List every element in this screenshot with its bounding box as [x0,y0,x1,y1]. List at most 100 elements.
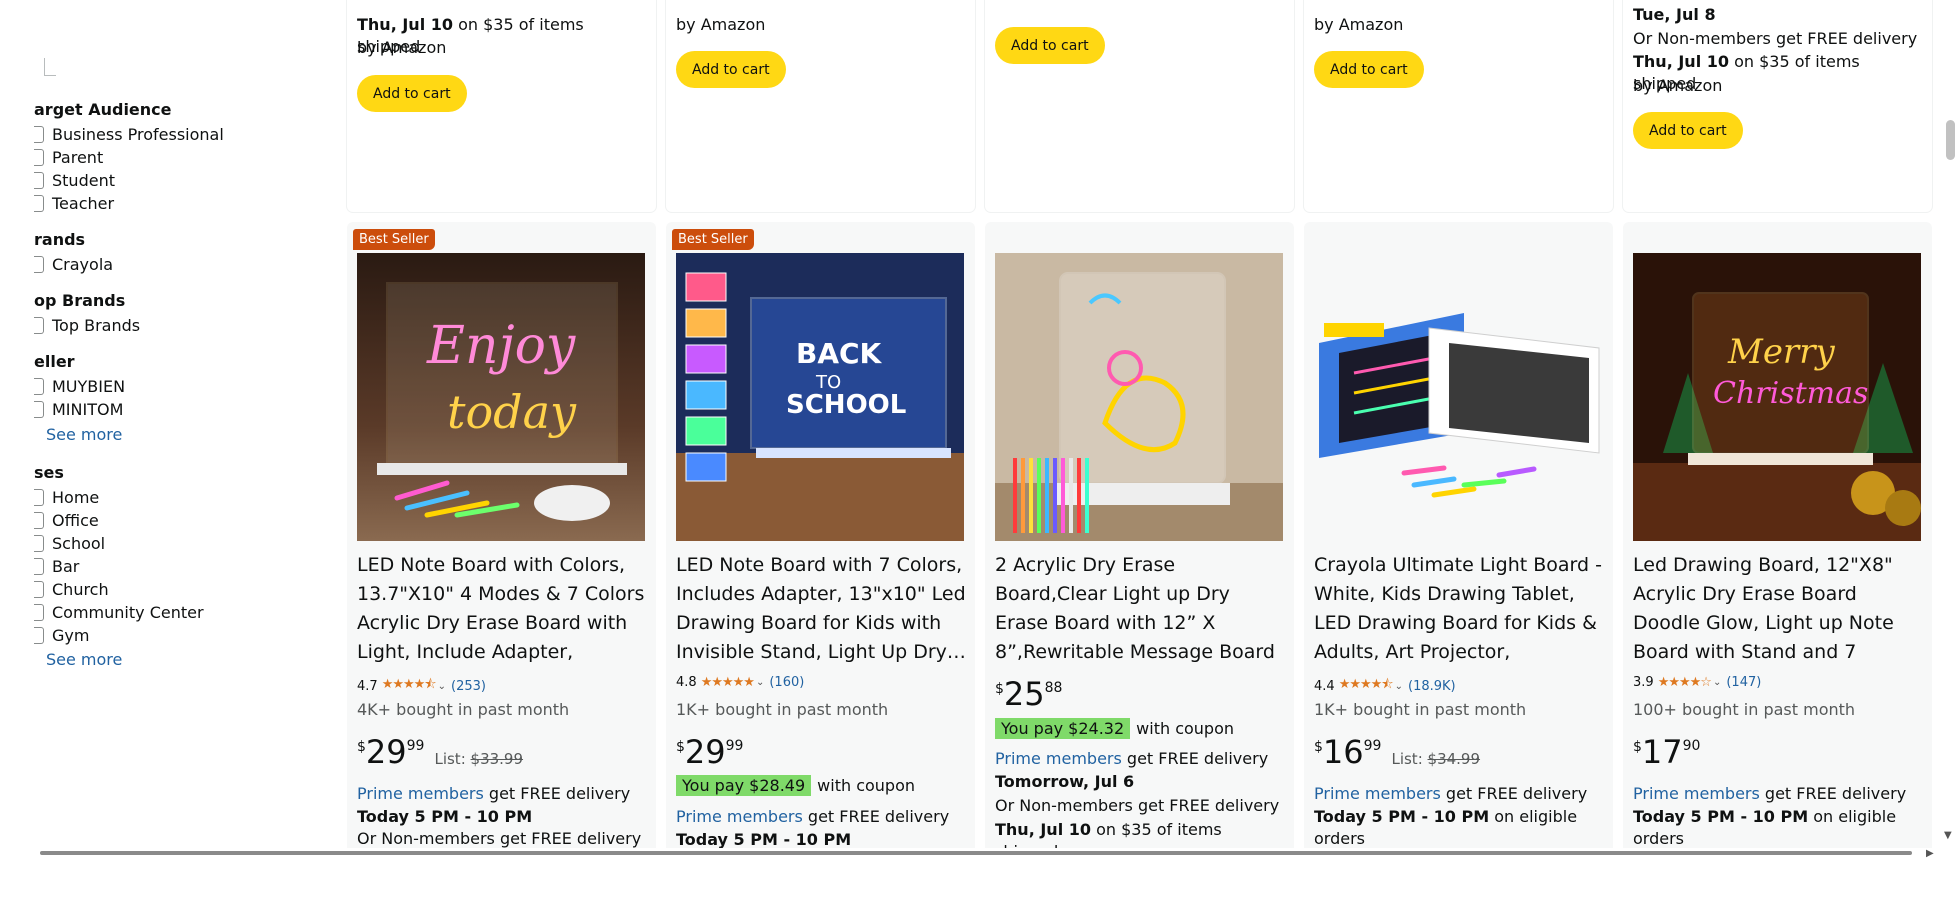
filter-label: School [52,533,106,553]
filter-student[interactable]: Student [34,169,115,191]
checkbox-icon[interactable] [34,171,44,189]
filter-office[interactable]: Office [34,509,99,531]
product-title-link[interactable]: Crayola Ultimate Light Board - White, Ki… [1314,551,1604,667]
checkbox-icon[interactable] [34,125,44,143]
product-title-link[interactable]: 2 Acrylic Dry Erase Board,Clear Light up… [995,551,1285,667]
product-title-link[interactable]: LED Note Board with Colors, 13.7"X10" 4 … [357,551,647,667]
add-to-cart-button[interactable]: Add to cart [676,51,786,88]
best-seller-badge: Best Seller [353,229,435,250]
filter-school[interactable]: School [34,532,105,554]
checkbox-icon[interactable] [34,316,44,334]
prime-members-link[interactable]: Prime members [357,784,484,803]
prime-members-link[interactable]: Prime members [995,749,1122,768]
price: $ 25 88 [995,676,1062,712]
filter-parent[interactable]: Parent [34,146,103,168]
chevron-down-icon[interactable]: ⌄ [1713,677,1721,688]
filter-top-brands[interactable]: Top Brands [34,314,140,336]
prime-delivery-text: get FREE delivery [1121,749,1269,768]
product-image[interactable]: Merry Christmas [1633,253,1921,541]
checkbox-icon[interactable] [34,626,44,644]
delivery-orders: orders [1633,829,1684,848]
checkbox-icon[interactable] [34,557,44,575]
svg-text:Christmas: Christmas [1713,376,1868,411]
checkbox-icon[interactable] [34,400,44,418]
rating-value: 4.7 [357,678,378,694]
price-whole: 25 [1003,675,1045,713]
delivery-orders: orders [1314,829,1365,848]
filter-sidebar: arget Audience Business Professional Par… [34,48,334,848]
checkbox-icon[interactable] [34,580,44,598]
price-whole: 29 [684,733,726,771]
product-image[interactable] [995,253,1283,541]
scroll-right-arrow-icon[interactable]: ▶ [1926,848,1934,859]
review-count-link[interactable]: (160) [769,675,804,690]
review-count-link[interactable]: (147) [1726,675,1761,690]
svg-text:Enjoy: Enjoy [426,316,576,376]
filter-label: Home [52,487,100,507]
filter-bar[interactable]: Bar [34,555,79,577]
shipped-by: by Amazon [357,38,447,57]
filter-business-professional[interactable]: Business Professional [34,123,224,145]
price-whole: 29 [365,733,407,771]
coupon-row: You pay $28.49 with coupon [676,775,915,796]
see-more-uses-link[interactable]: See more [46,650,122,669]
chevron-down-icon[interactable]: ⌄ [1395,681,1403,692]
filter-crayola[interactable]: Crayola [34,253,113,275]
scroll-down-arrow-icon[interactable]: ▼ [1944,830,1952,841]
product-image[interactable] [1314,253,1602,541]
filter-label: Community Center [52,602,204,622]
non-member-delivery: Or Non-members get FREE delivery [995,796,1280,815]
filter-gym[interactable]: Gym [34,624,89,646]
delivery-rest: on eligible [1808,807,1897,826]
star-rating-icon[interactable]: ★★★★★ [701,675,755,690]
checkbox-icon[interactable] [34,148,44,166]
delivery-date: Tomorrow, Jul 6 [995,772,1135,791]
filter-label: Business Professional [52,124,224,144]
currency-symbol: $ [1314,739,1323,755]
filter-church[interactable]: Church [34,578,109,600]
chevron-down-icon[interactable]: ⌄ [438,681,446,692]
checkbox-icon[interactable] [34,194,44,212]
delivery-date: Today 5 PM - 10 PM [1633,807,1809,826]
checkbox-icon[interactable] [34,255,44,273]
filter-teacher[interactable]: Teacher [34,192,114,214]
review-count-link[interactable]: (253) [451,679,486,694]
filter-home[interactable]: Home [34,486,99,508]
add-to-cart-button[interactable]: Add to cart [1314,51,1424,88]
prime-members-link[interactable]: Prime members [676,807,803,826]
filter-label: Crayola [52,254,114,274]
price-fraction: 99 [725,738,744,754]
filter-community-center[interactable]: Community Center [34,601,204,623]
star-rating-icon[interactable]: ★★★★⯪ [1339,675,1394,697]
add-to-cart-button[interactable]: Add to cart [1633,112,1743,149]
checkbox-icon[interactable] [34,377,44,395]
product-card: Enjoy today Best Seller LED Note Board w… [347,222,656,862]
product-card-top-3: Add to cart [985,0,1294,212]
see-more-sellers-link[interactable]: See more [46,425,122,444]
filter-minitom[interactable]: MINITOM [34,398,123,420]
checkbox-icon[interactable] [34,488,44,506]
product-title-link[interactable]: Led Drawing Board, 12"X8" Acrylic Dry Er… [1633,551,1923,667]
checkbox-icon[interactable] [34,603,44,621]
chevron-down-icon[interactable]: ⌄ [756,677,764,688]
product-image[interactable]: Enjoy today [357,253,645,541]
review-count-link[interactable]: (18.9K) [1408,679,1456,694]
prime-members-link[interactable]: Prime members [1633,784,1760,803]
star-rating-icon[interactable]: ★★★★⯪ [382,675,437,697]
bought-past-month: 100+ bought in past month [1633,700,1856,719]
currency-symbol: $ [357,739,366,755]
filter-muybien[interactable]: MUYBIEN [34,375,125,397]
star-rating-icon[interactable]: ★★★★☆ [1658,675,1712,690]
delivery-date: Tue, Jul 8 [1633,5,1716,24]
checkbox-icon[interactable] [34,511,44,529]
product-image[interactable]: BACK TO SCHOOL [676,253,964,541]
add-to-cart-button[interactable]: Add to cart [995,27,1105,64]
prime-members-link[interactable]: Prime members [1314,784,1441,803]
checkbox-icon[interactable] [34,534,44,552]
vertical-scrollbar-thumb[interactable] [1946,120,1955,160]
best-seller-badge: Best Seller [672,229,754,250]
add-to-cart-button[interactable]: Add to cart [357,75,467,112]
product-title-link[interactable]: LED Note Board with 7 Colors, Includes A… [676,551,966,667]
horizontal-scrollbar[interactable] [40,851,1912,855]
price: $ 16 99 List: $34.99 [1314,734,1480,770]
